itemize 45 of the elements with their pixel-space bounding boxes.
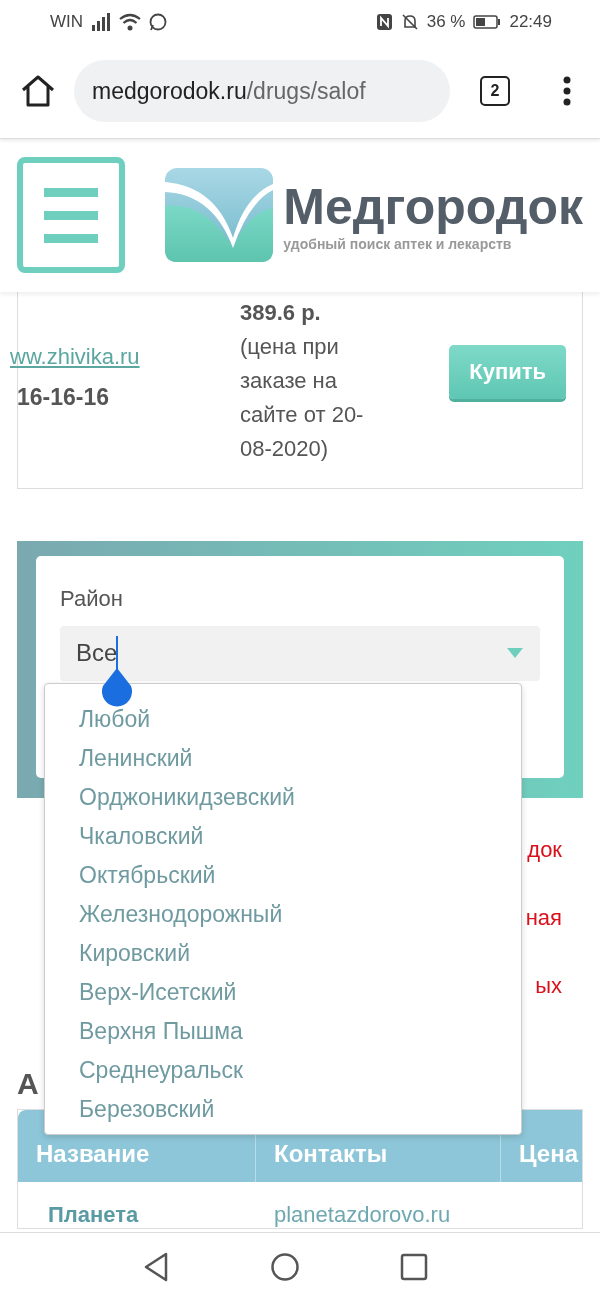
battery-icon bbox=[473, 14, 502, 31]
website-link[interactable]: planetazdorovo.ru bbox=[256, 1201, 501, 1228]
dropdown-option[interactable]: Среднеуральск bbox=[79, 1050, 244, 1089]
wifi-icon bbox=[119, 13, 142, 32]
tab-count-button[interactable]: 2 bbox=[480, 76, 510, 107]
back-icon[interactable] bbox=[142, 1250, 170, 1283]
phone-number: 16-16-16 bbox=[17, 383, 111, 411]
notice-text: док bbox=[527, 835, 562, 864]
website-link[interactable]: ww.zhivika.ru bbox=[10, 343, 240, 370]
logo-tagline: удобный поиск аптек и лекарств bbox=[283, 236, 512, 253]
home-circle-icon[interactable] bbox=[270, 1251, 300, 1282]
recent-apps-icon[interactable] bbox=[400, 1252, 428, 1281]
notice-text: ная bbox=[525, 903, 562, 932]
section-heading: А bbox=[17, 1066, 39, 1101]
dropdown-option[interactable]: Березовский bbox=[79, 1089, 215, 1128]
notice-text: ых bbox=[535, 971, 562, 1000]
dropdown-option[interactable]: Орджоникидзевский bbox=[79, 777, 295, 816]
dropdown-option[interactable]: Чкаловский bbox=[79, 816, 204, 855]
address-bar[interactable]: medgorodok.ru/drugs/salof bbox=[74, 60, 450, 123]
home-icon[interactable] bbox=[20, 74, 56, 109]
carrier-label: WIN bbox=[50, 12, 84, 33]
text-cursor bbox=[116, 636, 118, 670]
buy-button[interactable]: Купить bbox=[449, 344, 566, 399]
district-select[interactable]: Все bbox=[60, 625, 540, 681]
bell-off-icon bbox=[400, 13, 419, 32]
more-menu-icon[interactable] bbox=[562, 76, 572, 107]
logo-title: Медгородок bbox=[283, 178, 583, 237]
dropdown-option[interactable]: Октябрьский bbox=[79, 855, 216, 894]
district-label: Район bbox=[60, 585, 124, 612]
signal-icon bbox=[91, 13, 112, 32]
price-note: (цена при заказе на сайте от 20-08-2020) bbox=[240, 332, 365, 463]
dropdown-option[interactable]: Верх-Исетский bbox=[79, 972, 237, 1011]
dropdown-option[interactable]: Ленинский bbox=[79, 738, 193, 777]
clock: 22:49 bbox=[509, 12, 552, 33]
table-cell-text: Планета bbox=[47, 1201, 140, 1228]
dropdown-option[interactable]: Железнодорожный bbox=[79, 894, 283, 933]
nfc-icon bbox=[375, 13, 393, 32]
chat-bubble-icon bbox=[149, 13, 168, 32]
logo-icon bbox=[165, 166, 276, 265]
dropdown-option[interactable]: Любой bbox=[79, 699, 151, 738]
dropdown-option[interactable]: Верхня Пышма bbox=[79, 1011, 243, 1050]
dropdown-option[interactable]: Кировский bbox=[79, 933, 191, 972]
price-text: 389.6 р. bbox=[240, 298, 322, 327]
dropdown-arrow-icon bbox=[506, 647, 524, 660]
battery-percent: 36 % bbox=[426, 12, 466, 33]
